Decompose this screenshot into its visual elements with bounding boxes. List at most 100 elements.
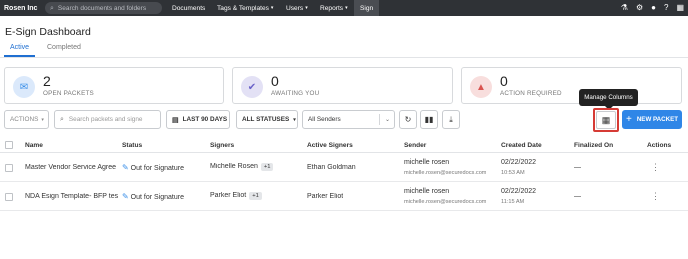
sender-email: michelle.rosen@securedocs.com: [404, 170, 487, 176]
row-checkbox[interactable]: [5, 193, 13, 201]
row-checkbox[interactable]: [5, 164, 13, 172]
nav-tags-templates[interactable]: Tags & Templates ▾: [217, 0, 273, 16]
select-all-checkbox[interactable]: [5, 141, 13, 149]
search-icon: ⌕: [50, 4, 54, 12]
status-text: Out for Signature: [130, 165, 184, 172]
nav-reports[interactable]: Reports ▾: [320, 0, 348, 16]
nav-users[interactable]: Users ▾: [286, 0, 308, 16]
card-open-packets[interactable]: ✉ 2 OPEN PACKETS: [4, 67, 224, 104]
book-button[interactable]: ▮▮: [420, 110, 438, 129]
action-required-count: 0: [500, 73, 508, 89]
manage-columns-tooltip: Manage Columns: [579, 89, 638, 110]
signer-count-badge[interactable]: +1: [260, 163, 274, 171]
created-time: 10:53 AM: [501, 170, 525, 176]
finalized-on: —: [574, 193, 581, 200]
table-row[interactable]: Master Vendor Service Agree ✎ Out for Si…: [0, 154, 688, 182]
signer-name: Michelle Rosen: [210, 163, 258, 170]
created-time: 11:15 AM: [501, 199, 525, 205]
brand-name[interactable]: Rosen Inc: [4, 5, 44, 12]
gear-icon[interactable]: ⚙: [636, 3, 643, 13]
chevron-down-icon: ▾: [270, 5, 274, 11]
active-signer: Ethan Goldman: [307, 164, 356, 171]
page-title: E-Sign Dashboard: [5, 26, 91, 38]
header-actions: Actions: [647, 142, 672, 149]
header-finalized-on[interactable]: Finalized On: [574, 142, 613, 149]
sender-select[interactable]: All Senders ⌄: [302, 110, 395, 129]
manage-columns-button[interactable]: ▦: [593, 108, 619, 132]
header-signers[interactable]: Signers: [210, 142, 234, 149]
sender-name: michelle rosen: [404, 159, 450, 166]
grid-icon[interactable]: ▦: [676, 3, 684, 13]
action-required-label: ACTION REQUIRED: [500, 90, 562, 97]
status-text: Out for Signature: [130, 194, 184, 201]
search-icon: ⌕: [60, 115, 64, 123]
status-cell: ✎ Out for Signature: [122, 192, 184, 201]
created-cell: 02/22/2022 10:53 AM: [501, 157, 536, 179]
status-dropdown[interactable]: ALL STATUSES ▾: [236, 110, 298, 129]
global-search[interactable]: ⌕ Search documents and folders: [45, 2, 162, 14]
sender-cell: michelle rosen michelle.rosen@securedocs.…: [404, 157, 486, 179]
more-actions-icon[interactable]: ⋮: [651, 163, 660, 172]
created-date: 02/22/2022: [501, 159, 537, 166]
tab-completed[interactable]: Completed: [47, 44, 81, 51]
packet-name[interactable]: NDA Esign Template- BFP tes: [25, 193, 119, 200]
refresh-button[interactable]: ↻: [399, 110, 417, 129]
sender-email: michelle.rosen@securedocs.com: [404, 199, 487, 205]
sender-label: All Senders: [308, 116, 341, 123]
header-name[interactable]: Name: [25, 142, 43, 149]
top-nav-bar: Rosen Inc ⌕ Search documents and folders…: [0, 0, 688, 16]
table-row[interactable]: NDA Esign Template- BFP tes ✎ Out for Si…: [0, 183, 688, 211]
new-packet-label: NEW PACKET: [636, 116, 678, 123]
warning-icon: ▲: [470, 76, 492, 98]
tab-active[interactable]: Active: [4, 44, 36, 57]
top-icons: ⚗ ⚙ ● ? ▦: [621, 3, 684, 13]
user-check-icon: ✔: [241, 76, 263, 98]
status-label: ALL STATUSES: [242, 116, 290, 123]
header-sender[interactable]: Sender: [404, 142, 426, 149]
date-range-label: LAST 90 DAYS: [182, 116, 228, 123]
nav-documents[interactable]: Documents: [172, 0, 205, 16]
signer-name: Parker Eliot: [210, 192, 247, 199]
new-packet-button[interactable]: + NEW PACKET: [622, 110, 682, 129]
header-active-signers[interactable]: Active Signers: [307, 142, 353, 149]
chevron-down-icon: ▾: [305, 5, 308, 11]
packet-search[interactable]: ⌕ Search packets and signe: [54, 110, 161, 129]
actions-dropdown[interactable]: ACTIONS ▾: [4, 110, 49, 129]
open-packets-label: OPEN PACKETS: [43, 90, 94, 97]
signers-cell: Michelle Rosen +1: [210, 163, 274, 171]
status-cell: ✎ Out for Signature: [122, 163, 184, 172]
created-cell: 02/22/2022 11:15 AM: [501, 186, 536, 208]
chevron-down-icon: ▾: [345, 5, 348, 11]
card-awaiting-you[interactable]: ✔ 0 AWAITING YOU: [232, 67, 453, 104]
global-search-input[interactable]: Search documents and folders: [58, 5, 146, 12]
signers-cell: Parker Eliot +1: [210, 192, 262, 200]
packet-search-input[interactable]: Search packets and signe: [69, 116, 143, 123]
header-created-date[interactable]: Created Date: [501, 142, 542, 149]
more-actions-icon[interactable]: ⋮: [651, 192, 660, 201]
sender-cell: michelle rosen michelle.rosen@securedocs.…: [404, 186, 486, 208]
pen-icon: ✎: [122, 192, 129, 201]
download-button[interactable]: ⤓: [442, 110, 460, 129]
card-action-required[interactable]: ▲ 0 ACTION REQUIRED: [461, 67, 682, 104]
signer-count-badge[interactable]: +1: [249, 192, 262, 200]
packet-name[interactable]: Master Vendor Service Agree: [25, 164, 119, 171]
awaiting-you-label: AWAITING YOU: [271, 90, 320, 97]
download-icon: ⤓: [449, 114, 453, 124]
sender-name: michelle rosen: [404, 188, 450, 195]
active-signer: Parker Eliot: [307, 193, 344, 200]
tab-bar: Active Completed: [0, 43, 688, 58]
flask-icon[interactable]: ⚗: [621, 3, 628, 13]
pen-icon: ✎: [122, 163, 129, 172]
created-date: 02/22/2022: [501, 188, 537, 195]
header-status[interactable]: Status: [122, 142, 142, 149]
chevron-down-icon: ▾: [293, 116, 296, 123]
table-header: Name Status Signers Active Signers Sende…: [0, 138, 688, 153]
date-range-button[interactable]: ▤ LAST 90 DAYS: [166, 110, 230, 129]
help-icon[interactable]: ?: [664, 3, 668, 13]
refresh-icon: ↻: [404, 115, 412, 124]
calendar-icon: ▤: [172, 116, 179, 124]
nav-sign[interactable]: Sign: [354, 0, 380, 16]
user-icon[interactable]: ●: [651, 3, 656, 13]
awaiting-you-count: 0: [271, 73, 279, 89]
columns-icon: ▦: [596, 111, 616, 129]
